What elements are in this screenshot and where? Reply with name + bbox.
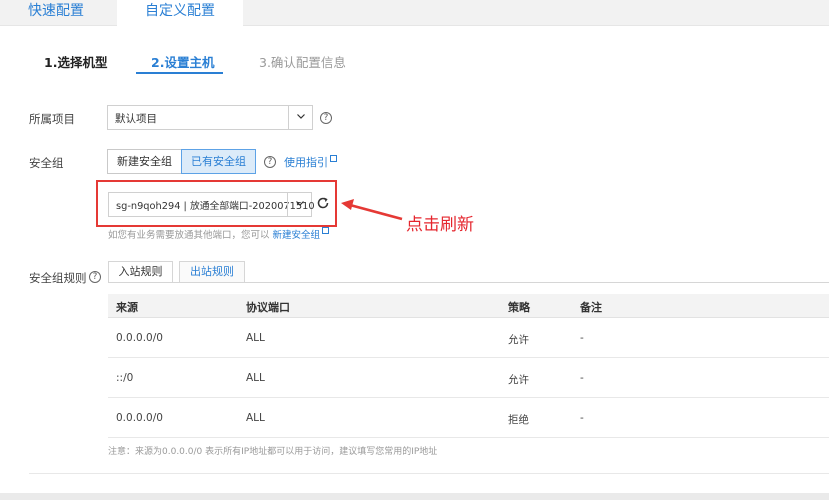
cell-policy: 允许 [508, 374, 529, 386]
cell-source: ::/0 [116, 372, 134, 384]
cell-protocol-port: ALL [246, 412, 265, 424]
section-divider [29, 473, 829, 474]
create-security-group-link[interactable]: 新建安全组 [273, 230, 321, 241]
cell-policy: 允许 [508, 334, 529, 346]
project-label: 所属项目 [29, 112, 75, 126]
cell-source: 0.0.0.0/0 [116, 332, 163, 344]
column-header-remark: 备注 [580, 301, 602, 314]
usage-guide-link-text[interactable]: 使用指引 [284, 156, 328, 169]
rules-label: 安全组规则 [29, 271, 87, 285]
cell-protocol-port: ALL [246, 332, 265, 344]
cell-remark: - [580, 332, 584, 344]
rule-tabs-divider [108, 282, 829, 283]
wizard-steps: 1.选择机型 2.设置主机 3.确认配置信息 [0, 52, 829, 78]
usage-guide-link[interactable]: 使用指引 [284, 154, 337, 170]
external-link-icon [330, 155, 337, 162]
column-header-protocol-port: 协议端口 [246, 301, 290, 314]
security-group-help-icon[interactable]: ? [264, 156, 276, 168]
cell-remark: - [580, 372, 584, 384]
project-select-value: 默认项目 [115, 113, 157, 125]
step-configure-host[interactable]: 2.设置主机 [151, 52, 214, 71]
cell-policy: 拒绝 [508, 414, 529, 426]
config-mode-tabs: 快速配置 自定义配置 [0, 0, 829, 27]
cell-source: 0.0.0.0/0 [116, 412, 163, 424]
step-confirm-config: 3.确认配置信息 [259, 55, 346, 70]
current-step-indicator [136, 72, 223, 74]
security-group-label: 安全组 [29, 156, 64, 170]
project-select[interactable]: 默认项目 [107, 105, 313, 130]
table-row: ::/0 ALL 允许 - [108, 358, 829, 398]
step-select-model[interactable]: 1.选择机型 [44, 52, 107, 71]
table-row: 0.0.0.0/0 ALL 拒绝 - [108, 398, 829, 438]
security-group-hint: 如您有业务需要放通其他端口，您可以 新建安全组 [108, 227, 330, 241]
new-security-group-button[interactable]: 新建安全组 [107, 149, 182, 174]
tab-quick-config[interactable]: 快速配置 [0, 0, 112, 26]
rules-note: 注意：来源为0.0.0.0/0 表示所有IP地址都可以用于访问，建议填写您常用的… [108, 447, 438, 457]
column-header-source: 来源 [116, 301, 138, 314]
tab-custom-config[interactable]: 自定义配置 [117, 0, 243, 27]
highlight-box [96, 180, 337, 227]
annotation-arrow [341, 199, 403, 221]
cell-protocol-port: ALL [246, 372, 265, 384]
cell-remark: - [580, 412, 584, 424]
column-header-policy: 策略 [508, 301, 530, 314]
chevron-down-icon[interactable] [288, 106, 312, 129]
table-row: 0.0.0.0/0 ALL 允许 - [108, 318, 829, 358]
footer-bar [0, 493, 829, 500]
tab-outbound-rules[interactable]: 出站规则 [179, 261, 245, 283]
annotation-text: 点击刷新 [406, 215, 474, 235]
existing-security-group-button[interactable]: 已有安全组 [181, 149, 256, 174]
rules-help-icon[interactable]: ? [89, 271, 101, 283]
project-help-icon[interactable]: ? [320, 112, 332, 124]
tab-inbound-rules[interactable]: 入站规则 [108, 261, 173, 283]
external-link-icon [322, 227, 330, 234]
hint-text: 如您有业务需要放通其他端口，您可以 [108, 230, 270, 241]
table-header: 来源 协议端口 策略 备注 [108, 294, 829, 318]
